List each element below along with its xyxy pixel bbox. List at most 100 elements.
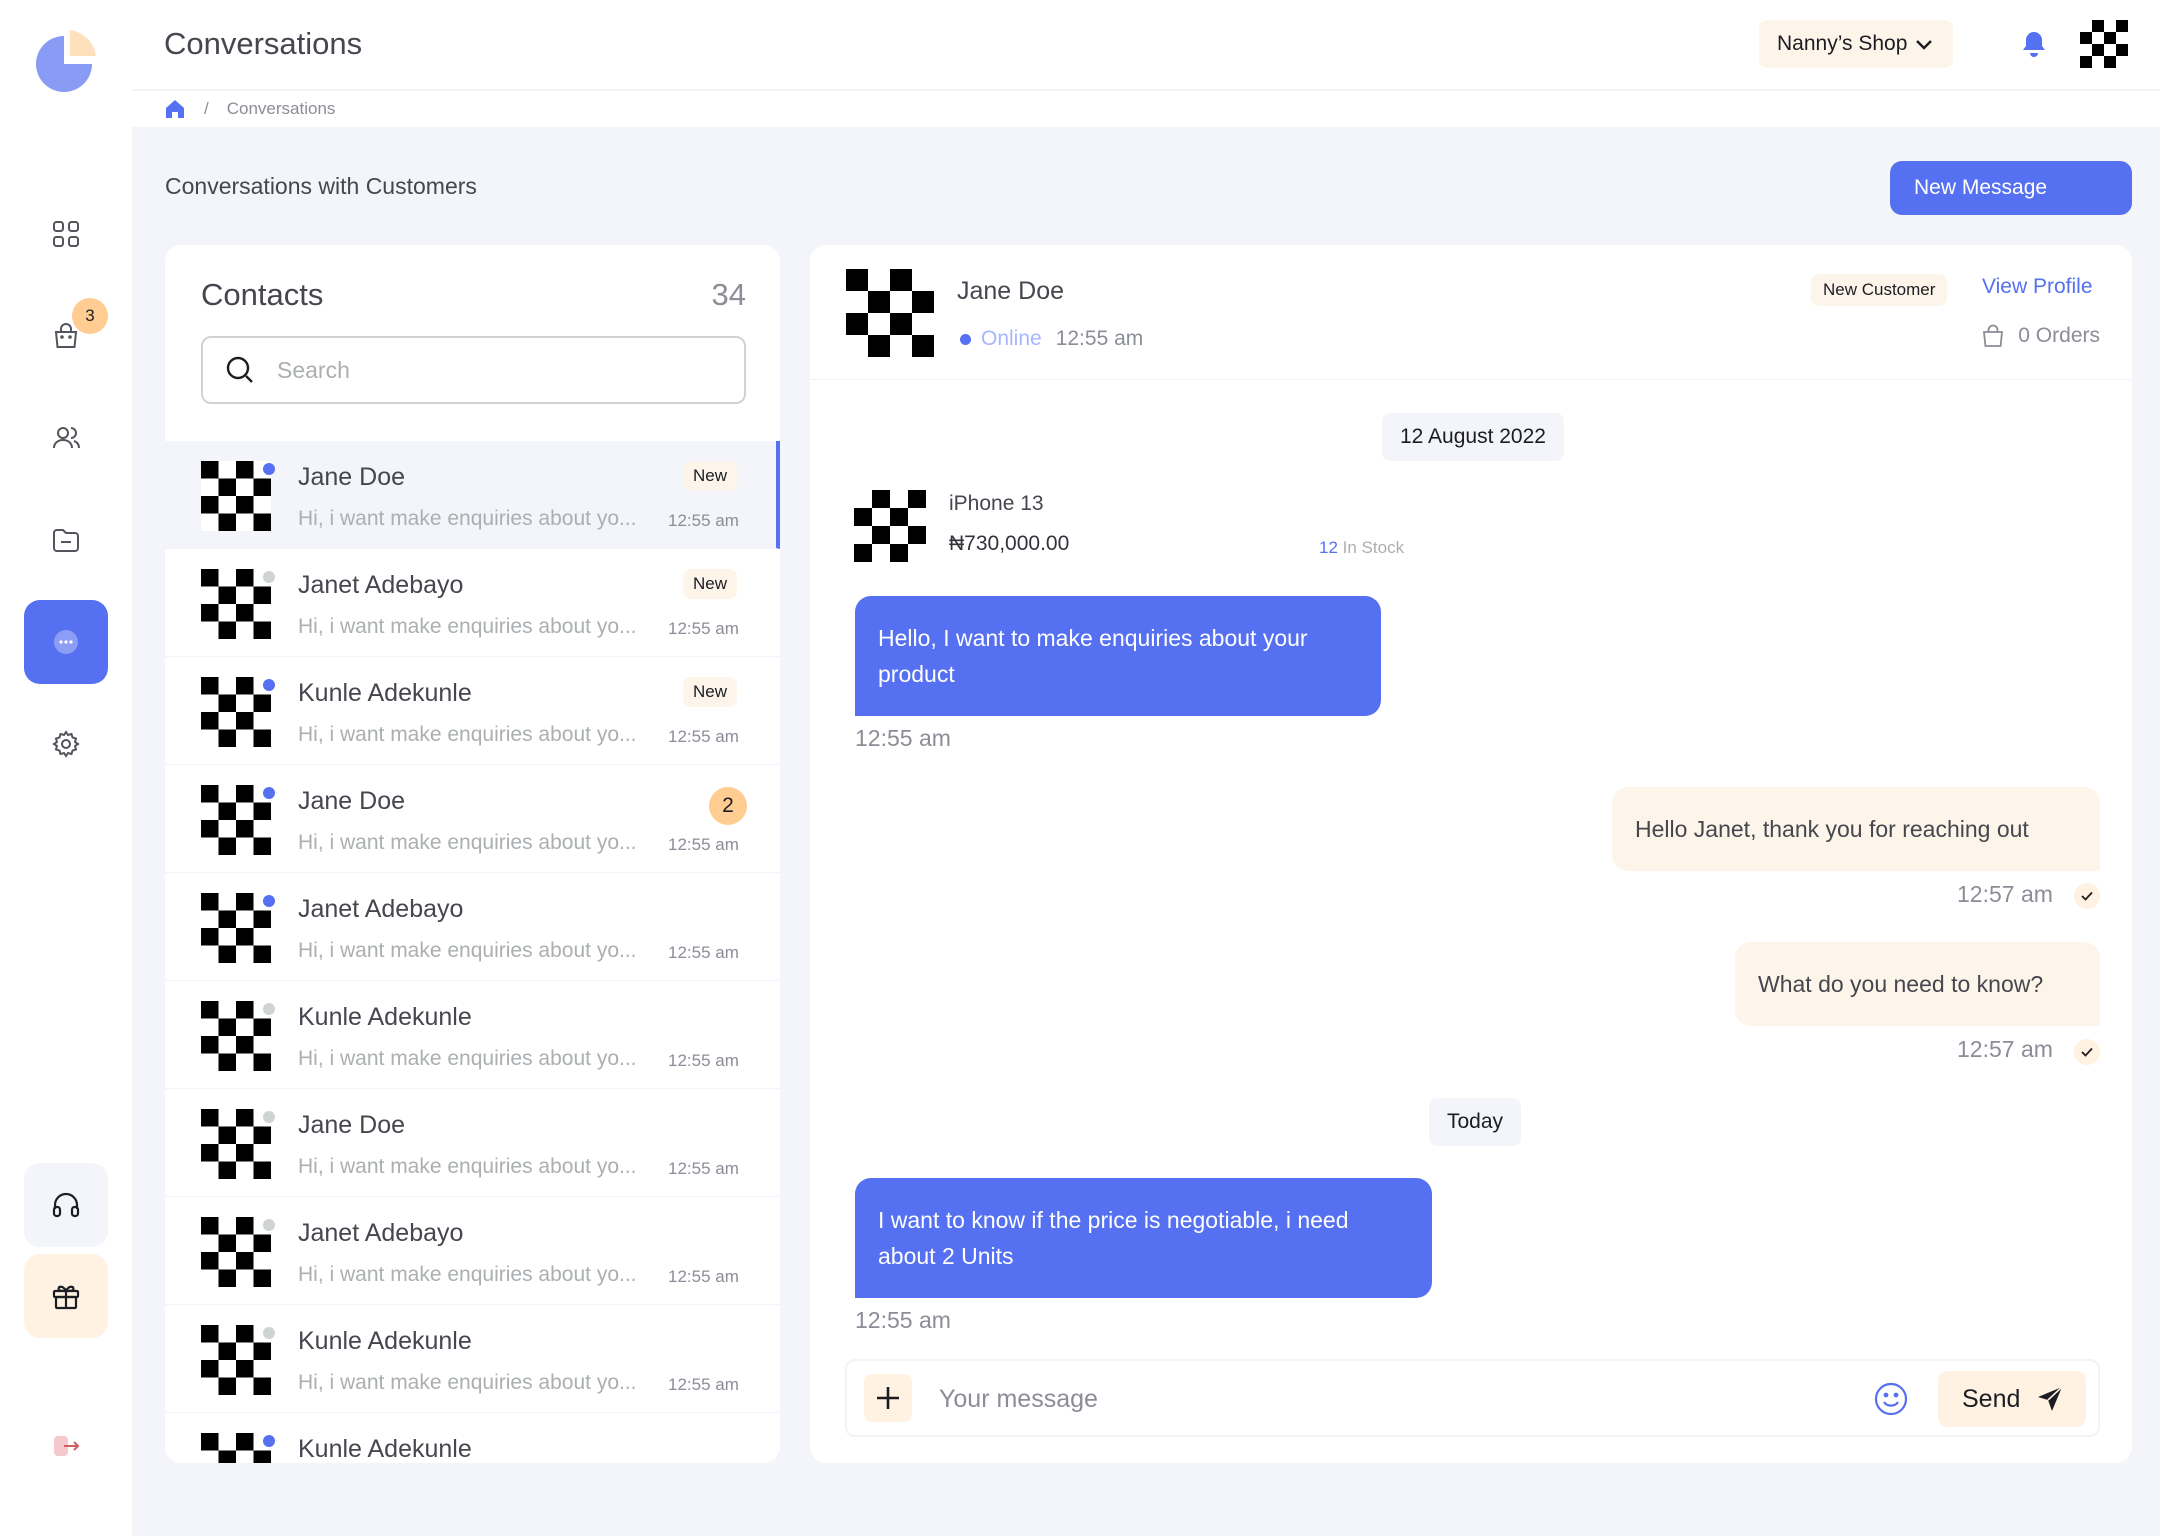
product-name: iPhone 13 [949, 492, 1044, 515]
chat-status: Online 12:55 am [960, 327, 1143, 351]
contact-item[interactable]: Janet Adebayo Hi, i want make enquiries a… [165, 549, 780, 657]
send-button[interactable]: Send [1938, 1371, 2086, 1427]
new-badge: New [683, 677, 738, 707]
contact-preview: Hi, i want make enquiries about yo... [298, 1263, 637, 1286]
contact-preview: Hi, i want make enquiries about yo... [298, 615, 637, 638]
contact-item[interactable]: Kunle Adekunle Hi, i want make enquiries … [165, 981, 780, 1089]
top-bar: Conversations Nanny’s Shop [132, 0, 2160, 90]
product-stock: 12 In Stock [1319, 538, 1404, 558]
contacts-title: Contacts [201, 277, 324, 312]
product-card[interactable]: iPhone 13 ₦730,000.00 12 In Stock [854, 490, 1404, 572]
message-composer: Send [845, 1359, 2100, 1437]
folder-icon [53, 529, 79, 552]
cart-badge: 3 [72, 298, 108, 334]
contact-avatar [201, 785, 271, 855]
contact-item[interactable]: Kunle Adekunle Hi, i want make enquiries … [165, 657, 780, 765]
logo-icon [36, 30, 96, 92]
contact-time: 12:55 am [668, 1051, 739, 1070]
contact-avatar [201, 893, 271, 963]
contact-name: Jane Doe [298, 463, 406, 491]
contact-avatar [201, 461, 271, 531]
contact-name: Janet Adebayo [298, 895, 464, 923]
message-input[interactable] [939, 1379, 1819, 1419]
contact-avatar [201, 569, 271, 639]
presence-dot [263, 895, 275, 907]
logout-button[interactable] [24, 1404, 108, 1488]
presence-dot [263, 1003, 275, 1015]
contact-avatar [201, 1325, 271, 1395]
section-title: Conversations with Customers [165, 173, 477, 199]
online-dot [960, 333, 971, 345]
contact-item[interactable]: Kunle Adekunle Hi, i want make enquiries … [165, 1305, 780, 1413]
chat-avatar[interactable] [846, 269, 934, 357]
gift-icon [52, 1285, 80, 1310]
contact-name: Jane Doe [298, 787, 406, 815]
contact-item[interactable]: Jane Doe Hi, i want make enquiries about … [165, 765, 780, 873]
contact-time: 12:55 am [668, 835, 739, 854]
logout-icon [54, 1436, 80, 1456]
contact-item[interactable]: Janet Adebayo Hi, i want make enquiries a… [165, 1197, 780, 1305]
sidebar-item-dashboard[interactable] [24, 192, 108, 276]
presence-dot [263, 1327, 275, 1339]
sidebar-item-conversations[interactable] [24, 600, 108, 684]
shop-selector[interactable]: Nanny’s Shop [1759, 20, 1953, 68]
chevron-down-icon [1916, 40, 1932, 50]
orders-label: 0 Orders [2018, 324, 2100, 347]
contact-time: 12:55 am [668, 511, 739, 530]
contact-time: 12:55 am [668, 727, 739, 746]
home-icon[interactable] [164, 98, 186, 120]
sidebar-item-settings[interactable] [24, 702, 108, 786]
sidebar-item-orders[interactable]: 3 [24, 294, 108, 378]
breadcrumb: / Conversations [132, 91, 2160, 127]
presence-dot [263, 1111, 275, 1123]
user-avatar[interactable] [2080, 20, 2128, 68]
contacts-count: 34 [711, 277, 746, 312]
attach-button[interactable] [864, 1374, 912, 1422]
contact-preview: Hi, i want make enquiries about yo... [298, 1155, 637, 1178]
contact-item[interactable]: Jane Doe Hi, i want make enquiries about … [165, 441, 780, 549]
presence-dot [263, 1435, 275, 1447]
read-check-icon [2074, 1039, 2100, 1065]
stock-count: 12 [1319, 538, 1338, 557]
new-message-button[interactable]: New Message [1890, 161, 2132, 215]
chat-icon [54, 630, 78, 654]
read-check-icon [2074, 883, 2100, 909]
contact-item[interactable]: Jane Doe Hi, i want make enquiries about … [165, 1089, 780, 1197]
new-badge: New [683, 569, 738, 599]
sidebar-item-customers[interactable] [24, 396, 108, 480]
contact-name: Kunle Adekunle [298, 1435, 472, 1463]
presence-dot [263, 571, 275, 583]
product-image [854, 490, 926, 562]
contact-item[interactable]: Janet Adebayo Hi, i want make enquiries a… [165, 873, 780, 981]
view-profile-link[interactable]: View Profile [1982, 275, 2093, 299]
send-icon [2038, 1386, 2063, 1411]
headphones-icon [52, 1192, 80, 1218]
sidebar: 3 [0, 0, 132, 1536]
contact-time: 12:55 am [668, 1375, 739, 1394]
contact-name: Jane Doe [298, 1111, 406, 1139]
chat-header: Jane Doe Online 12:55 am New Customer Vi… [810, 245, 2132, 380]
breadcrumb-current: Conversations [226, 99, 336, 118]
new-badge: New [683, 461, 738, 491]
bell-icon[interactable] [2018, 28, 2050, 60]
support-button[interactable] [24, 1163, 108, 1247]
contact-time: 12:55 am [668, 619, 739, 638]
contact-time: 12:55 am [668, 1159, 739, 1178]
contact-item[interactable]: Kunle Adekunle [165, 1413, 780, 1463]
contact-avatar [201, 1001, 271, 1071]
contact-avatar [201, 1109, 271, 1179]
message-incoming: Hello, I want to make enquiries about yo… [855, 596, 1381, 716]
search-field[interactable] [201, 336, 746, 404]
customer-tag: New Customer [1811, 274, 1948, 306]
emoji-icon[interactable] [1873, 1381, 1909, 1417]
contact-preview: Hi, i want make enquiries about yo... [298, 939, 637, 962]
message-incoming: I want to know if the price is negotiabl… [855, 1178, 1432, 1298]
contact-time: 12:55 am [668, 943, 739, 962]
contact-name: Kunle Adekunle [298, 679, 472, 707]
shop-name: Nanny’s Shop [1777, 32, 1908, 55]
search-input[interactable] [277, 356, 737, 384]
gift-button[interactable] [24, 1254, 108, 1338]
unread-count-badge: 2 [709, 787, 747, 825]
status-time: 12:55 am [1055, 327, 1144, 350]
sidebar-item-folder[interactable] [24, 498, 108, 582]
